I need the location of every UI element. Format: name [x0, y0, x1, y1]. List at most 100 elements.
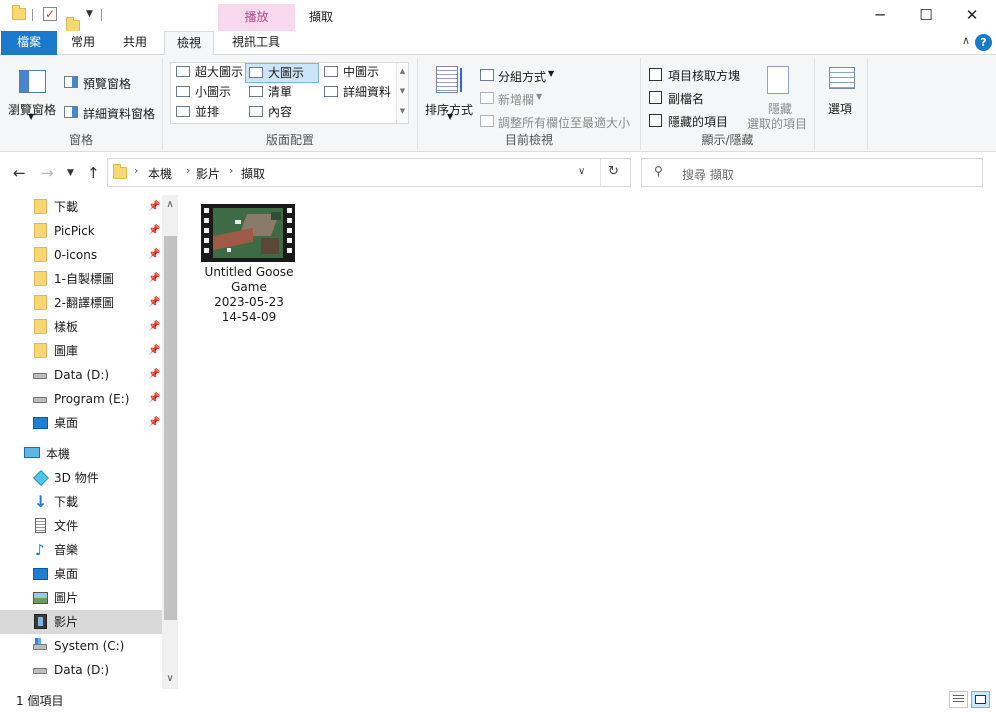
chevron-down-icon[interactable]: ▼ [397, 87, 408, 95]
tab-share[interactable]: 共用 [114, 31, 156, 55]
file-name-line: 14-54-09 [221, 310, 277, 324]
add-columns-button[interactable]: 新增欄 ▼ [478, 89, 608, 107]
nav-item-system-c[interactable]: System (C:) [0, 634, 162, 658]
nav-item-data-d-pc[interactable]: Data (D:) [0, 658, 162, 682]
nav-item-picpick[interactable]: PicPick 📌 [0, 219, 162, 243]
hidden-items-toggle[interactable]: 隱藏的項目 [647, 112, 747, 130]
details-view-button[interactable] [949, 691, 968, 708]
refresh-icon[interactable]: ↻ [608, 164, 619, 179]
back-button[interactable]: ← [13, 164, 26, 182]
pin-icon[interactable]: 📌 [148, 411, 160, 435]
chevron-right-icon[interactable]: › [186, 164, 190, 177]
chevron-up-icon[interactable]: ∧ [162, 199, 178, 210]
breadcrumb-captures[interactable]: 擷取 [241, 165, 265, 182]
large-icons-view-button[interactable] [971, 691, 990, 708]
chevron-down-icon[interactable]: ∨ [162, 673, 178, 684]
pin-icon[interactable]: 📌 [148, 243, 160, 267]
address-history-icon[interactable]: ∨ [578, 166, 585, 177]
details-view-icon [953, 695, 964, 704]
recent-locations-icon[interactable]: ▼ [67, 168, 74, 178]
nav-item-0-icons[interactable]: 0-icons 📌 [0, 243, 162, 267]
nav-item-music[interactable]: ♪ 音樂 [0, 538, 162, 562]
tab-home[interactable]: 常用 [62, 31, 104, 55]
layout-small-icons[interactable]: 小圖示 [173, 83, 231, 103]
pin-icon[interactable]: 📌 [148, 387, 160, 411]
nav-item-3d-objects[interactable]: 3D 物件 [0, 466, 162, 490]
size-columns-button[interactable]: 調整所有欄位至最適大小 [478, 112, 638, 130]
layout-tiles[interactable]: 並排 [173, 103, 219, 123]
chevron-right-icon[interactable]: › [229, 164, 233, 177]
nav-item-downloads-pc[interactable]: ↓ 下載 [0, 490, 162, 514]
pin-icon[interactable]: 📌 [148, 219, 160, 243]
title-bar: ✓ ▼ 播放 擷取 ─ ☐ ✕ [0, 0, 996, 32]
hidden-items-checkbox[interactable] [649, 114, 662, 127]
nav-item-pictures[interactable]: 圖片 [0, 586, 162, 610]
file-extensions-checkbox[interactable] [649, 91, 662, 104]
forward-button[interactable]: → [41, 164, 54, 182]
properties-icon[interactable]: ✓ [43, 7, 57, 21]
pin-icon[interactable]: 📌 [148, 291, 160, 315]
layout-content[interactable]: 內容 [246, 103, 292, 123]
close-button[interactable]: ✕ [949, 0, 995, 31]
nav-item-2-translate[interactable]: 2-翻譯標圖 📌 [0, 291, 162, 315]
customize-quick-access-icon[interactable]: ▼ [86, 9, 93, 19]
hide-selected-button[interactable]: 隱藏 選取的項目 [747, 62, 813, 132]
nav-item-desktop-quick[interactable]: 桌面 📌 [0, 411, 162, 435]
expand-gallery-icon[interactable]: ▼ [397, 107, 408, 115]
layout-extra-large-icons[interactable]: 超大圖示 [173, 63, 243, 83]
nav-item-program-e[interactable]: Program (E:) 📌 [0, 387, 162, 411]
pin-icon[interactable]: 📌 [148, 267, 160, 291]
tab-playback-context[interactable]: 播放 [218, 4, 295, 31]
group-label-current-view: 目前檢視 [504, 133, 553, 147]
collapse-ribbon-icon[interactable]: ∧ [962, 34, 970, 47]
item-checkboxes-toggle[interactable]: 項目核取方塊 [647, 66, 747, 84]
size-columns-label: 調整所有欄位至最適大小 [498, 116, 631, 130]
pin-icon[interactable]: 📌 [148, 195, 160, 219]
folder-icon [34, 247, 47, 262]
nav-label: 桌面 [54, 416, 79, 430]
details-pane-button[interactable]: 詳細資料窗格 [62, 102, 162, 122]
breadcrumb-videos[interactable]: 影片 [196, 165, 220, 182]
drive-icon [33, 397, 47, 403]
file-extensions-toggle[interactable]: 副檔名 [647, 89, 747, 107]
pin-icon[interactable]: 📌 [148, 363, 160, 387]
tab-video-tools[interactable]: 視訊工具 [220, 31, 292, 55]
address-bar[interactable]: › 本機 › 影片 › 擷取 ∨ ↻ [107, 158, 631, 187]
navigation-pane-icon [19, 70, 46, 93]
tab-file[interactable]: 檔案 [1, 31, 57, 55]
nav-item-gallery[interactable]: 圖庫 📌 [0, 339, 162, 363]
chevron-up-icon[interactable]: ▲ [397, 67, 408, 75]
tab-view[interactable]: 檢視 [164, 31, 214, 56]
minimize-button[interactable]: ─ [857, 0, 903, 31]
layout-large-icons[interactable]: 大圖示 [245, 63, 319, 83]
pin-icon[interactable]: 📌 [148, 315, 160, 339]
sort-by-button[interactable]: 排序方式 ▼ [422, 62, 476, 124]
nav-scrollbar-thumb[interactable] [164, 236, 177, 620]
group-by-button[interactable]: 分組方式 ▼ [478, 66, 608, 84]
help-icon[interactable]: ? [975, 34, 992, 51]
up-button[interactable]: ↑ [87, 164, 100, 182]
layout-medium-icons[interactable]: 中圖示 [321, 63, 379, 83]
nav-item-data-d[interactable]: Data (D:) 📌 [0, 363, 162, 387]
nav-item-1-custom[interactable]: 1-自製標圖 📌 [0, 267, 162, 291]
nav-label: Data (D:) [54, 368, 110, 382]
nav-item-documents[interactable]: 文件 [0, 514, 162, 538]
item-checkboxes-checkbox[interactable] [649, 68, 662, 81]
nav-item-downloads[interactable]: 下載 📌 [0, 195, 162, 219]
options-button[interactable]: 選項 [821, 62, 861, 122]
nav-item-this-pc[interactable]: 本機 [0, 442, 162, 466]
pin-icon[interactable]: 📌 [148, 339, 160, 363]
layout-gallery-scrollbar[interactable]: ▲ ▼ ▼ [396, 63, 408, 123]
chevron-right-icon[interactable]: › [134, 164, 138, 177]
nav-item-videos[interactable]: 影片 [0, 610, 162, 634]
breadcrumb-this-pc[interactable]: 本機 [148, 165, 172, 182]
layout-list[interactable]: 清單 [246, 83, 292, 103]
search-input[interactable]: ⚲ 搜尋 擷取 [641, 158, 983, 187]
maximize-button[interactable]: ☐ [903, 0, 949, 31]
nav-item-desktop[interactable]: 桌面 [0, 562, 162, 586]
preview-pane-button[interactable]: 預覽窗格 [62, 72, 162, 92]
navigation-pane-button[interactable]: 瀏覽窗格 ▼ [6, 64, 58, 124]
layout-details[interactable]: 詳細資料 [321, 83, 391, 103]
nav-item-templates[interactable]: 樣板 📌 [0, 315, 162, 339]
file-item[interactable]: Untitled Goose Game 2023-05-23 14-54-09 [200, 203, 298, 328]
